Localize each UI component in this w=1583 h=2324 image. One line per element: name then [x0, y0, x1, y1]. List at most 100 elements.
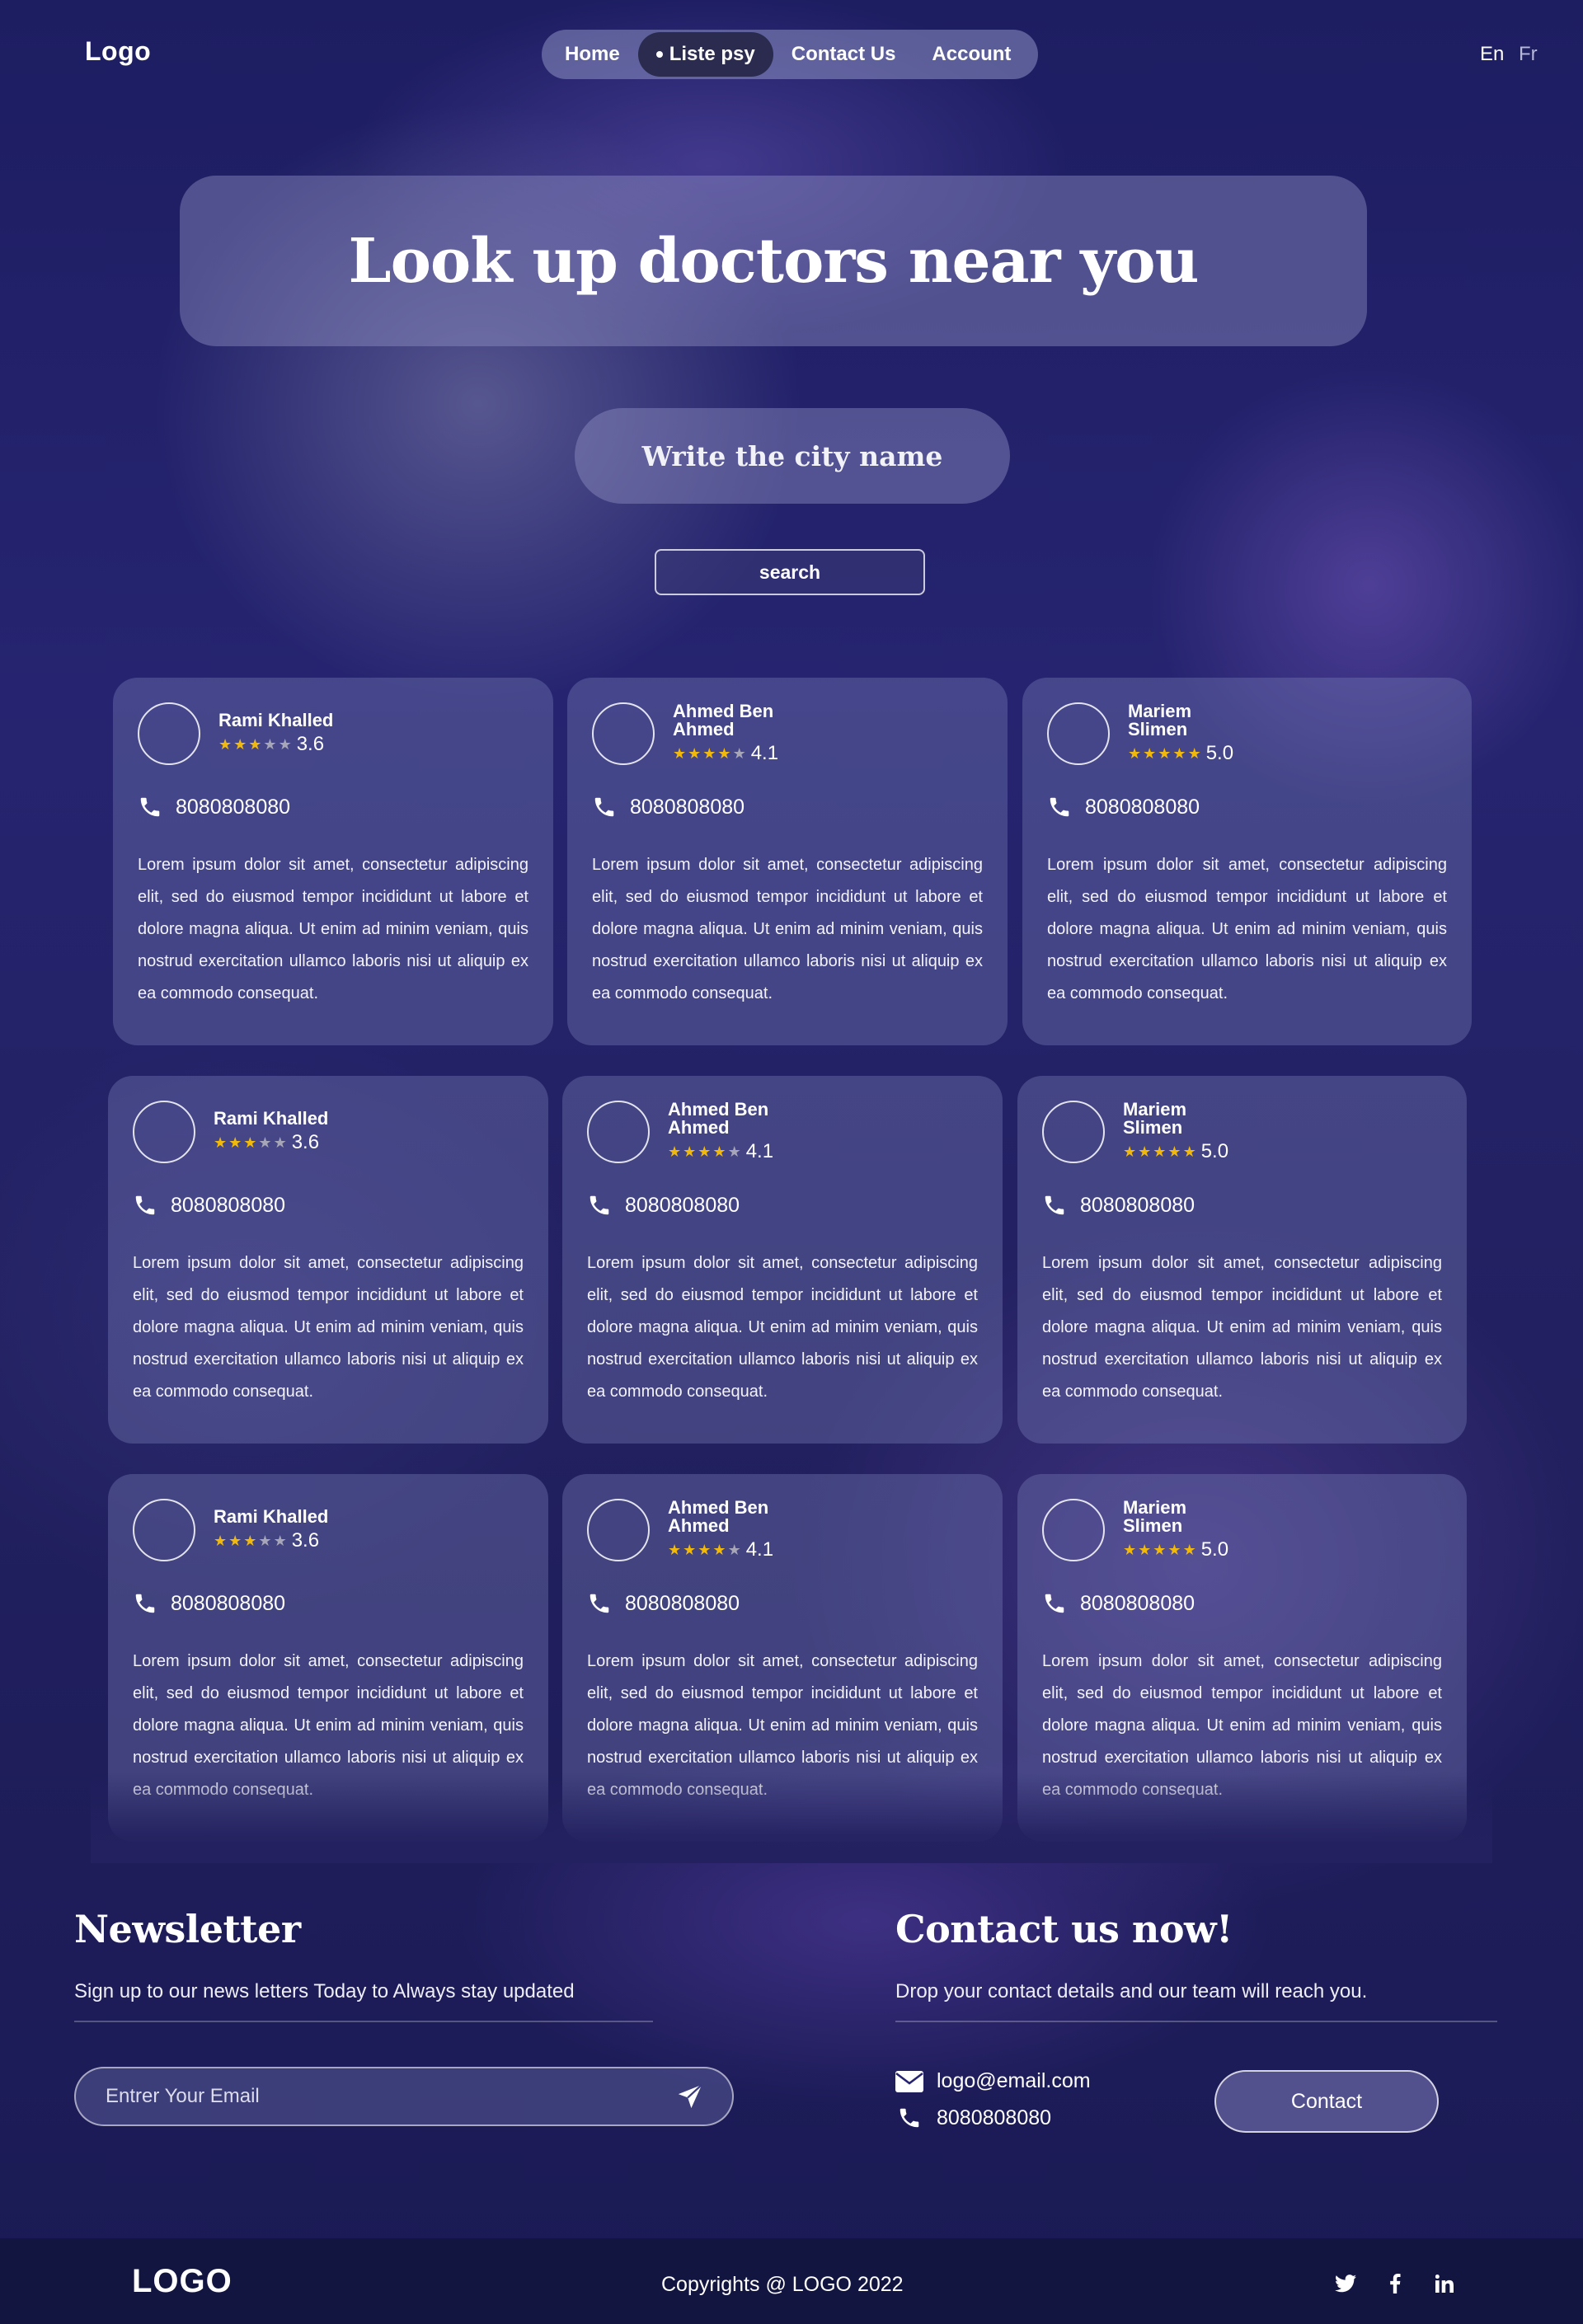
rating-score: 5.0	[1205, 742, 1234, 764]
doctor-phone-row: 8080808080	[133, 1591, 524, 1616]
star-icon: ★	[712, 1542, 726, 1558]
doctor-info: Ahmed Ben Ahmed ★ ★ ★ ★ ★ 4.1	[668, 1101, 783, 1163]
nav-home[interactable]: Home	[547, 32, 638, 77]
nav-account[interactable]: Account	[914, 32, 1029, 77]
doctor-rating: ★ ★ ★ ★ ★ 5.0	[1123, 1538, 1238, 1561]
contact-email[interactable]: logo@email.com	[937, 2069, 1091, 2093]
star-icon: ★	[1167, 1542, 1181, 1558]
doctor-name: Mariem Slimen	[1123, 1497, 1187, 1536]
doctor-card[interactable]: Rami Khalled ★ ★ ★ ★ ★ 3.6 8080808080 Lorem ipsu…	[108, 1076, 548, 1444]
star-icon: ★	[1153, 1143, 1167, 1160]
doctor-phone[interactable]: 8080808080	[171, 1592, 285, 1616]
city-placeholder: Write the city name	[641, 439, 943, 472]
doctor-info: Rami Khalled ★ ★ ★ ★ ★ 3.6	[214, 1110, 328, 1154]
city-search-input[interactable]: Write the city name	[575, 408, 1010, 504]
nav-liste-psy[interactable]: Liste psy	[637, 32, 773, 77]
star-icon: ★	[1182, 1542, 1196, 1558]
phone-icon	[590, 1195, 609, 1215]
star-icon: ★	[278, 736, 292, 753]
star-icon: ★	[214, 1533, 228, 1549]
footer-logo[interactable]: LOGO	[132, 2263, 233, 2300]
doctor-card[interactable]: Rami Khalled ★ ★ ★ ★ ★ 3.6 8080808080 Lorem ipsu…	[113, 678, 553, 1045]
avatar	[587, 1101, 650, 1163]
star-icon: ★	[248, 736, 262, 753]
doctor-phone-row: 8080808080	[138, 795, 528, 819]
doctor-phone[interactable]: 8080808080	[625, 1592, 740, 1616]
doctor-card[interactable]: Ahmed Ben Ahmed ★ ★ ★ ★ ★ 4.1 8080808080 Lorem i…	[562, 1076, 1003, 1444]
doctor-rating: ★ ★ ★ ★ ★ 4.1	[668, 1538, 783, 1561]
star-icon: ★	[712, 1143, 726, 1160]
nav-account-label: Account	[932, 43, 1012, 65]
doctor-rating: ★ ★ ★ ★ ★ 5.0	[1123, 1140, 1238, 1163]
star-icon: ★	[688, 745, 702, 762]
doctor-phone-row: 8080808080	[1047, 795, 1447, 819]
lang-fr[interactable]: Fr	[1519, 43, 1538, 66]
email-input[interactable]	[104, 2084, 676, 2109]
facebook-icon[interactable]	[1379, 2267, 1412, 2300]
star-icon: ★	[683, 1143, 697, 1160]
doctor-phone[interactable]: 8080808080	[630, 796, 745, 819]
star-icon: ★	[214, 1134, 228, 1151]
star-icon: ★	[243, 1533, 257, 1549]
doctor-description: Lorem ipsum dolor sit amet, consectetur …	[592, 856, 983, 1002]
doctor-phone[interactable]: 8080808080	[625, 1194, 740, 1218]
phone-icon	[1045, 1195, 1064, 1215]
doctor-card-header: Mariem Slimen ★ ★ ★ ★ ★ 5.0	[1047, 702, 1447, 765]
doctor-card-header: Ahmed Ben Ahmed ★ ★ ★ ★ ★ 4.1	[587, 1499, 978, 1561]
doctor-phone[interactable]: 8080808080	[171, 1194, 285, 1218]
contact-button[interactable]: Contact	[1214, 2070, 1439, 2133]
phone-icon	[900, 2108, 919, 2128]
star-icon: ★	[727, 1542, 741, 1558]
star-icon: ★	[1172, 745, 1186, 762]
doctor-phone[interactable]: 8080808080	[1085, 796, 1200, 819]
star-icon: ★	[717, 745, 731, 762]
doctor-rating: ★ ★ ★ ★ ★ 3.6	[214, 1529, 328, 1552]
nav-home-label: Home	[565, 43, 620, 65]
doctor-name: Mariem Slimen	[1128, 701, 1192, 739]
rating-score: 4.1	[750, 742, 779, 764]
cards-fade-overlay	[91, 1772, 1492, 1863]
doctor-phone[interactable]: 8080808080	[1080, 1592, 1195, 1616]
doctor-card-header: Mariem Slimen ★ ★ ★ ★ ★ 5.0	[1042, 1499, 1442, 1561]
doctor-description: Lorem ipsum dolor sit amet, consectetur …	[138, 856, 528, 1002]
rating-score: 5.0	[1200, 1538, 1229, 1561]
doctor-name: Mariem Slimen	[1123, 1099, 1187, 1138]
star-icon: ★	[1138, 1542, 1152, 1558]
search-button[interactable]: search	[655, 549, 925, 595]
star-icon: ★	[683, 1542, 697, 1558]
nav-contact-us[interactable]: Contact Us	[773, 32, 914, 77]
mail-icon	[895, 2070, 923, 2092]
header-logo[interactable]: Logo	[85, 36, 151, 67]
doctor-rating: ★ ★ ★ ★ ★ 3.6	[218, 733, 333, 756]
contact-divider	[895, 2021, 1497, 2022]
star-icon: ★	[243, 1134, 257, 1151]
star-icon: ★	[727, 1143, 741, 1160]
doctor-description: Lorem ipsum dolor sit amet, consectetur …	[1047, 856, 1447, 1002]
avatar	[138, 702, 200, 765]
phone-icon	[590, 1594, 609, 1613]
star-icon: ★	[732, 745, 746, 762]
linkedin-icon[interactable]	[1428, 2267, 1461, 2300]
doctor-name: Ahmed Ben Ahmed	[668, 1497, 769, 1536]
contact-email-row: logo@email.com	[895, 2069, 1091, 2093]
send-icon[interactable]	[676, 2082, 704, 2110]
doctor-card[interactable]: Ahmed Ben Ahmed ★ ★ ★ ★ ★ 4.1 8080808080 Lorem i…	[567, 678, 1008, 1045]
phone-icon	[135, 1195, 155, 1215]
newsletter-subtitle: Sign up to our news letters Today to Alw…	[74, 1980, 575, 2002]
lang-en[interactable]: En	[1480, 43, 1504, 66]
newsletter-title: Newsletter	[74, 1907, 301, 1951]
doctor-card[interactable]: Mariem Slimen ★ ★ ★ ★ ★ 5.0 8080808080 Lorem ips…	[1017, 1076, 1467, 1444]
twitter-icon[interactable]	[1329, 2267, 1362, 2300]
doctor-phone[interactable]: 8080808080	[176, 796, 290, 819]
doctor-phone[interactable]: 8080808080	[1080, 1194, 1195, 1218]
doctor-info: Ahmed Ben Ahmed ★ ★ ★ ★ ★ 4.1	[673, 702, 788, 765]
contact-phone[interactable]: 8080808080	[937, 2106, 1051, 2130]
doctor-card[interactable]: Mariem Slimen ★ ★ ★ ★ ★ 5.0 8080808080 Lorem ips…	[1022, 678, 1472, 1045]
star-icon: ★	[1153, 1542, 1167, 1558]
newsletter-email-field	[74, 2067, 734, 2126]
star-icon: ★	[702, 745, 716, 762]
star-icon: ★	[273, 1134, 287, 1151]
star-icon: ★	[218, 736, 233, 753]
star-icon: ★	[668, 1143, 682, 1160]
doctor-card-header: Rami Khalled ★ ★ ★ ★ ★ 3.6	[138, 702, 528, 765]
